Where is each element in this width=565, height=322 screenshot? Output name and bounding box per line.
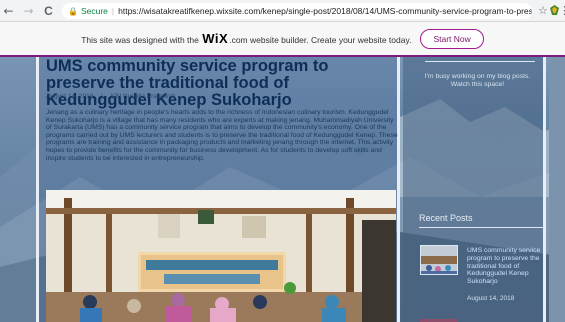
extension-icon[interactable]	[550, 5, 559, 18]
post-body: Jenang as a culinary heritage in people'…	[46, 109, 398, 162]
right-margin	[549, 57, 565, 322]
reload-button[interactable]: C	[42, 2, 55, 20]
post-author[interactable]: KBI Nurjulia Prasewati	[111, 93, 176, 100]
recent-posts-divider	[419, 227, 543, 228]
url-text[interactable]: https://wisatakreatifkenep.wixsite.com/k…	[118, 6, 532, 16]
forward-button[interactable]: →	[22, 2, 35, 20]
blog-post: UMS community service program to preserv…	[36, 57, 400, 322]
recent-post-thumbnail-image	[421, 246, 457, 274]
wix-promo-text: This site was designed with the WiX.com …	[81, 31, 411, 46]
browser-toolbar: ← → C 🔒 Secure | https://wisatakreatifke…	[0, 0, 565, 22]
start-now-button[interactable]: Start Now	[420, 28, 484, 49]
recent-post-link[interactable]: UMS community service program to preserv…	[467, 247, 541, 286]
sidebar-divider	[425, 61, 535, 62]
address-bar[interactable]: 🔒 Secure | https://wisatakreatifkenep.wi…	[62, 3, 532, 19]
sidebar-note: I'm busy working on my blog posts. Watch…	[424, 73, 531, 88]
event-photo-image	[46, 190, 396, 322]
recent-posts-heading: Recent Posts	[419, 213, 473, 223]
wix-promo-text-before: This site was designed with the	[81, 35, 199, 45]
sidebar: I'm busy working on my blog posts. Watch…	[403, 57, 546, 322]
wix-logo: WiX	[202, 31, 229, 46]
wix-promo-banner: This site was designed with the WiX.com …	[0, 22, 565, 56]
post-meta-divider: |	[101, 93, 103, 100]
url-separator: |	[111, 6, 115, 16]
left-margin	[0, 57, 36, 322]
back-button[interactable]: ←	[2, 2, 15, 20]
wix-promo-text-after: .com website builder. Create your websit…	[229, 35, 412, 45]
post-meta: August 14, 2018 | KBI Nurjulia Prasewati	[46, 93, 181, 100]
recent-post-thumbnail[interactable]	[420, 245, 458, 275]
menu-icon[interactable]: ⋮	[559, 4, 565, 17]
bookmark-star-icon[interactable]: ☆	[538, 4, 548, 17]
recent-post-date: August 14, 2018	[467, 295, 515, 302]
post-date: August 14, 2018	[46, 93, 94, 100]
post-photo	[46, 190, 396, 322]
lock-icon: 🔒	[68, 6, 78, 16]
secure-label: Secure	[80, 6, 108, 16]
post-title: UMS community service program to preserv…	[46, 57, 329, 109]
